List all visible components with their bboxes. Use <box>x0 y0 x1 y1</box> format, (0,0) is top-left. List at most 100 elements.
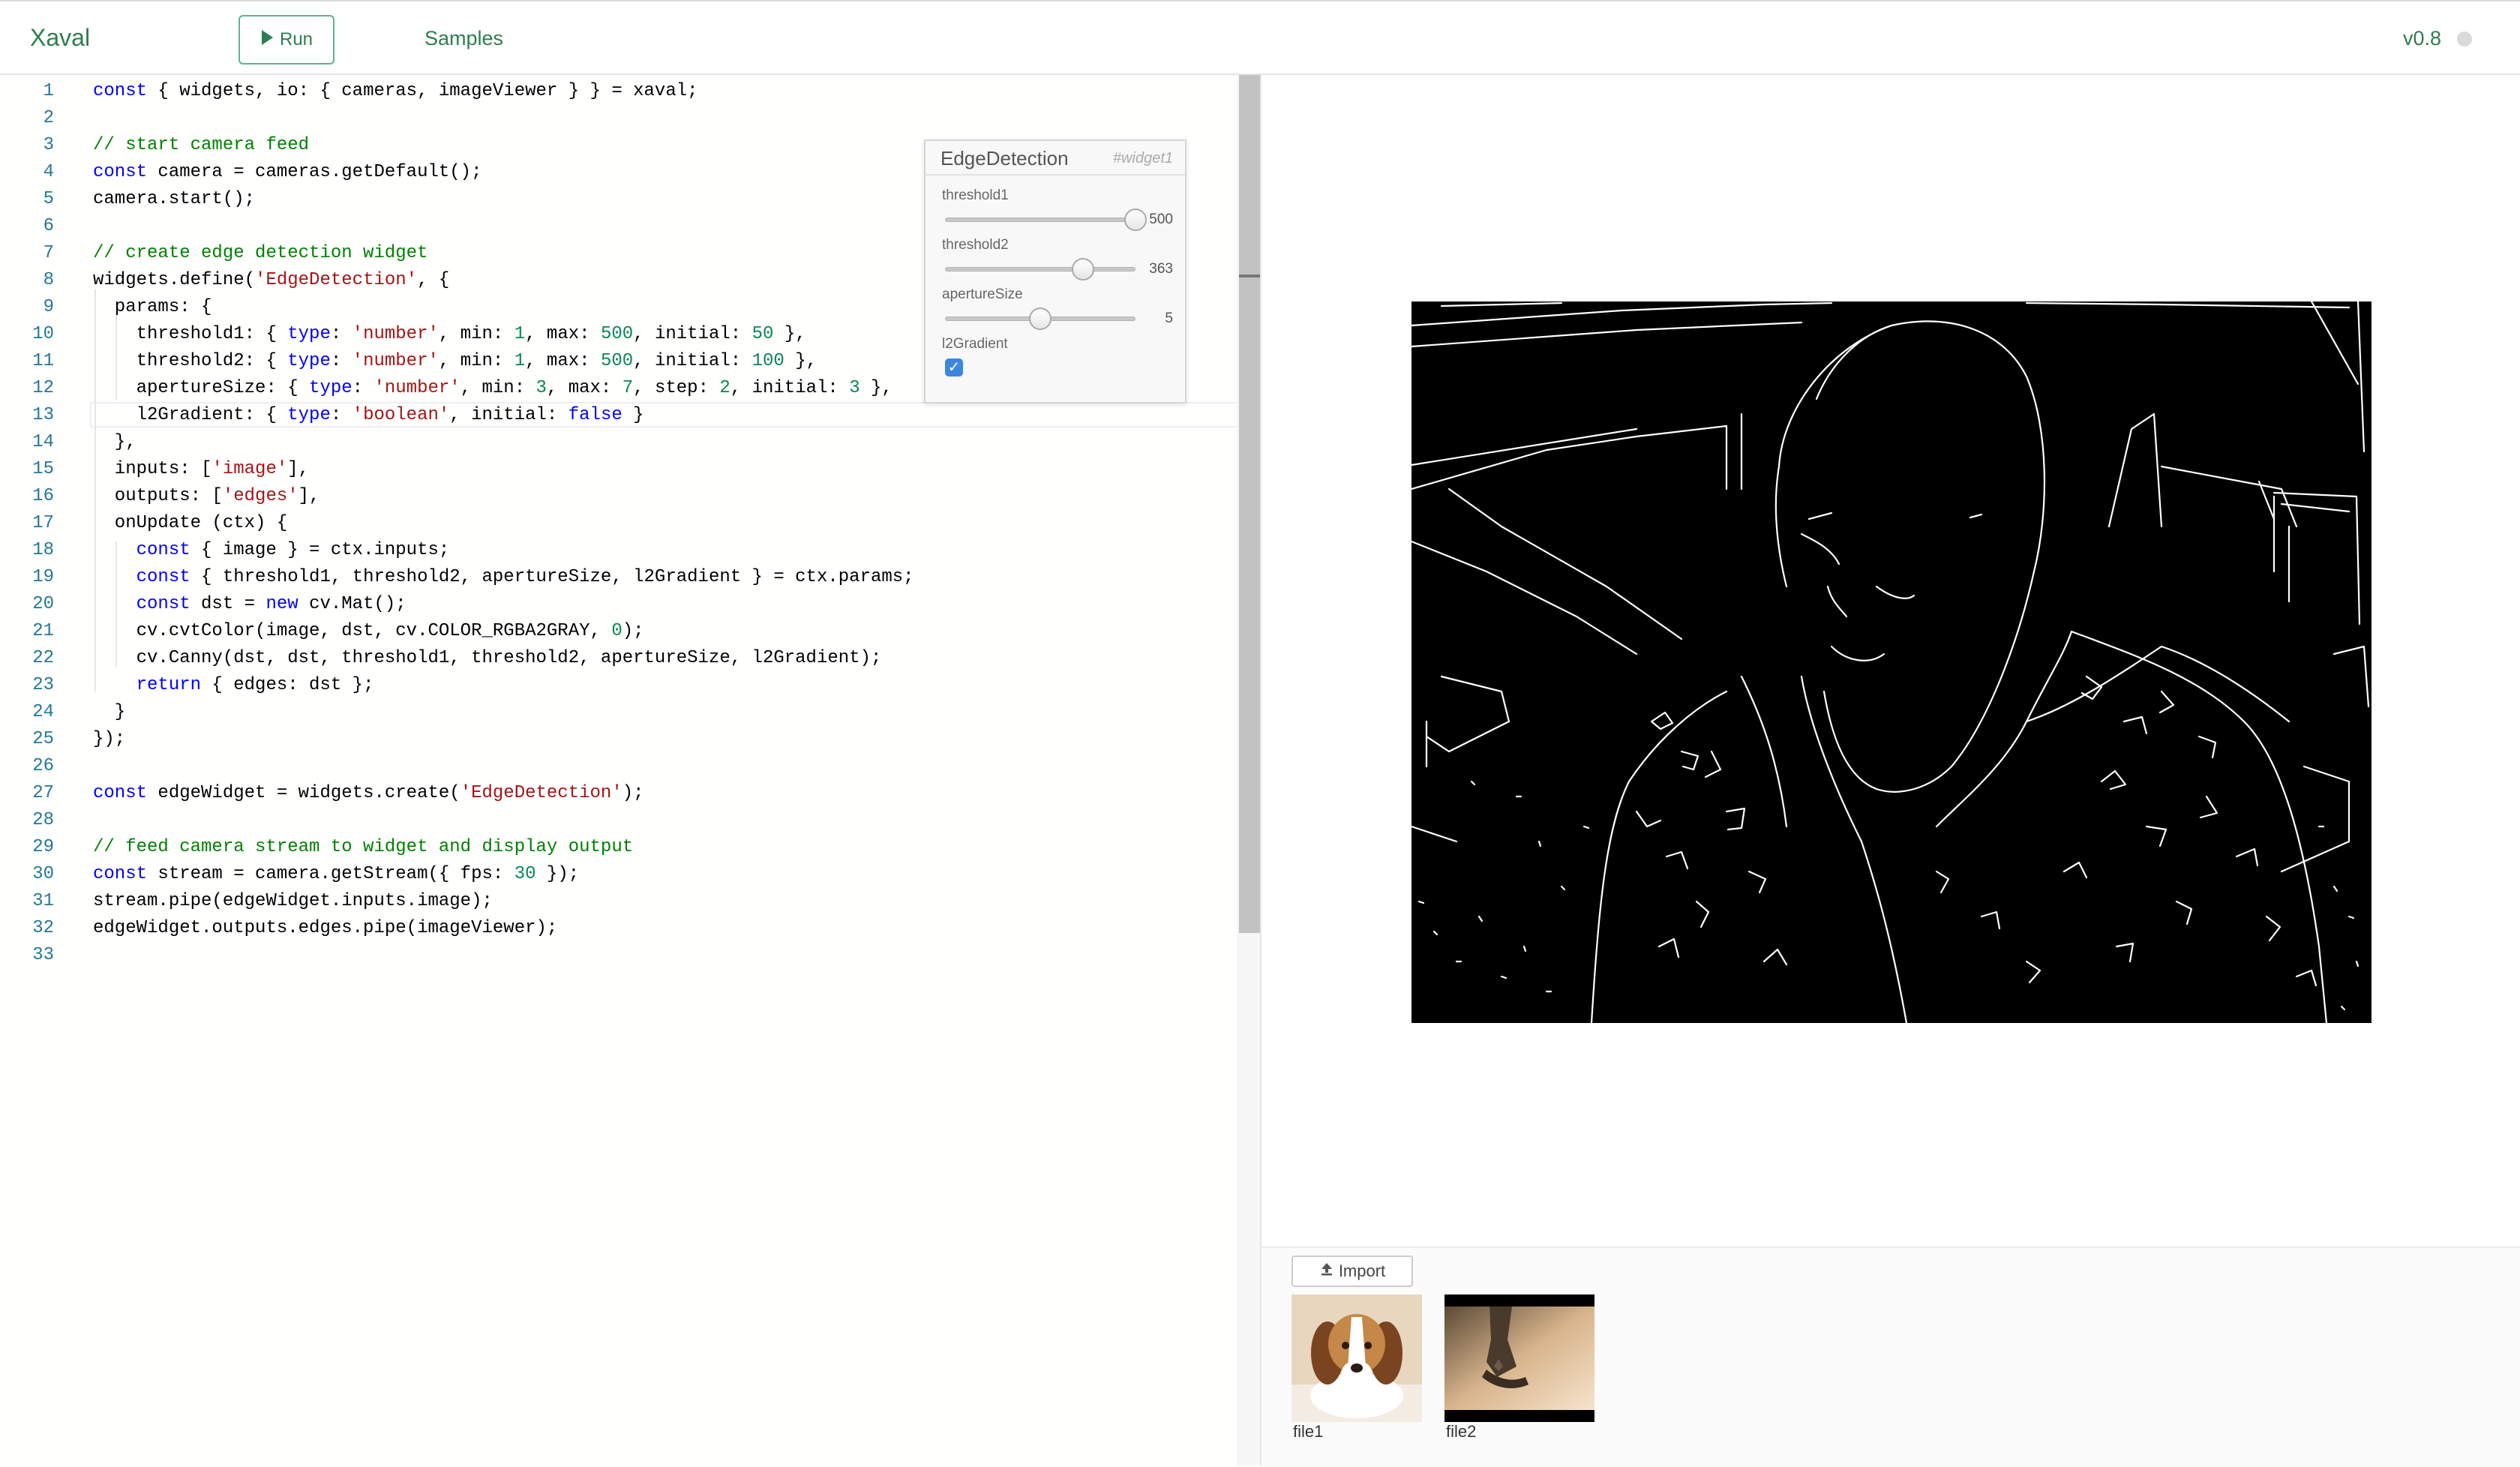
version-label: v0.8 <box>2403 27 2442 50</box>
line-number: 14 <box>32 432 54 452</box>
line-number: 20 <box>32 594 54 614</box>
line-number: 17 <box>32 513 54 533</box>
code-line[interactable]: 15 inputs: ['image'], <box>0 456 1238 483</box>
line-number: 32 <box>32 918 54 938</box>
code-line[interactable]: 28 <box>0 807 1238 834</box>
code-text[interactable]: } <box>93 699 125 726</box>
line-number: 7 <box>43 243 54 263</box>
code-text[interactable]: cv.Canny(dst, dst, threshold1, threshold… <box>93 645 882 672</box>
code-text[interactable]: const { image } = ctx.inputs; <box>93 537 450 564</box>
code-line[interactable]: 18 const { image } = ctx.inputs; <box>0 537 1238 564</box>
threshold2-slider-knob[interactable] <box>1072 258 1095 280</box>
line-number: 28 <box>32 810 54 830</box>
code-text[interactable]: params: { <box>93 294 212 321</box>
line-number: 6 <box>43 216 54 236</box>
code-line[interactable]: 13 l2Gradient: { type: 'boolean', initia… <box>0 402 1238 429</box>
code-text[interactable]: outputs: ['edges'], <box>93 483 320 510</box>
upload-icon <box>1319 1262 1334 1281</box>
code-line[interactable]: 17 onUpdate (ctx) { <box>0 510 1238 537</box>
image-viewer-output <box>1410 300 2372 1024</box>
code-text[interactable]: edgeWidget.outputs.edges.pipe(imageViewe… <box>93 915 557 942</box>
code-text[interactable]: return { edges: dst }; <box>93 672 374 699</box>
line-number: 31 <box>32 891 54 911</box>
code-text[interactable]: onUpdate (ctx) { <box>93 510 287 537</box>
code-text[interactable]: widgets.define('EdgeDetection', { <box>93 267 449 294</box>
code-text[interactable]: const { threshold1, threshold2, aperture… <box>93 564 914 591</box>
samples-link[interactable]: Samples <box>424 27 503 50</box>
line-number: 11 <box>32 351 54 371</box>
checkmark-icon: ✓ <box>947 359 961 376</box>
file2-thumbnail[interactable] <box>1444 1294 1594 1422</box>
code-text[interactable]: // feed camera stream to widget and disp… <box>93 834 633 861</box>
code-text[interactable]: l2Gradient: { type: 'boolean', initial: … <box>93 402 644 429</box>
line-number: 18 <box>32 540 54 560</box>
code-line[interactable]: 25}); <box>0 726 1238 753</box>
edge-detection-image <box>1410 300 2372 1024</box>
editor-scrollbar-marker <box>1239 274 1260 278</box>
l2gradient-checkbox[interactable]: ✓ <box>945 358 963 376</box>
line-number: 4 <box>43 162 54 182</box>
line-number: 12 <box>32 378 54 398</box>
code-text[interactable]: stream.pipe(edgeWidget.inputs.image); <box>93 888 493 915</box>
code-text[interactable]: }, <box>93 429 136 456</box>
line-number: 27 <box>32 783 54 803</box>
aperture-size-slider-knob[interactable] <box>1029 308 1052 330</box>
code-text[interactable]: const { widgets, io: { cameras, imageVie… <box>93 78 698 105</box>
file1-thumbnail[interactable] <box>1292 1294 1422 1422</box>
line-number: 16 <box>32 486 54 506</box>
code-line[interactable]: 31 stream.pipe(edgeWidget.inputs.image); <box>0 888 1238 915</box>
code-line[interactable]: 21 cv.cvtColor(image, dst, cv.COLOR_RGBA… <box>0 618 1238 645</box>
code-line[interactable]: 19 const { threshold1, threshold2, apert… <box>0 564 1238 591</box>
code-text[interactable]: // create edge detection widget <box>93 240 428 267</box>
code-text[interactable]: apertureSize: { type: 'number', min: 3, … <box>93 375 892 402</box>
line-number: 13 <box>32 405 54 425</box>
line-number: 1 <box>43 81 54 101</box>
code-line[interactable]: 30 const stream = camera.getStream({ fps:… <box>0 861 1238 888</box>
code-text[interactable]: threshold2: { type: 'number', min: 1, ma… <box>93 348 817 375</box>
widget-header[interactable]: EdgeDetection #widget1 <box>926 141 1185 176</box>
l2gradient-label: l2Gradient <box>942 336 1008 352</box>
app-brand: Xaval <box>30 24 91 51</box>
import-button[interactable]: Import <box>1292 1256 1413 1287</box>
code-line[interactable]: 22 cv.Canny(dst, dst, threshold1, thresh… <box>0 645 1238 672</box>
code-text[interactable]: const camera = cameras.getDefault(); <box>93 159 482 186</box>
threshold2-value: 363 <box>1149 261 1173 277</box>
code-line[interactable]: 20 const dst = new cv.Mat(); <box>0 591 1238 618</box>
code-line[interactable]: 29 // feed camera stream to widget and di… <box>0 834 1238 861</box>
threshold1-slider[interactable] <box>945 218 1136 222</box>
code-text[interactable]: inputs: ['image'], <box>93 456 309 483</box>
status-indicator <box>2457 32 2472 46</box>
code-line[interactable]: 27 const edgeWidget = widgets.create('Edg… <box>0 780 1238 807</box>
code-text[interactable]: const dst = new cv.Mat(); <box>93 591 406 618</box>
line-number: 33 <box>32 945 54 965</box>
import-button-label: Import <box>1338 1262 1386 1280</box>
run-button[interactable]: Run <box>238 15 334 64</box>
code-line[interactable]: 33 <box>0 942 1238 969</box>
code-line[interactable]: 23 return { edges: dst }; <box>0 672 1238 699</box>
code-line[interactable]: 1 const { widgets, io: { cameras, imageVi… <box>0 78 1238 105</box>
line-number: 23 <box>32 675 54 695</box>
line-number: 15 <box>32 459 54 479</box>
code-line[interactable]: 16 outputs: ['edges'], <box>0 483 1238 510</box>
editor-scrollbar-thumb[interactable] <box>1239 75 1260 933</box>
code-text[interactable]: const stream = camera.getStream({ fps: 3… <box>93 861 579 888</box>
code-text[interactable]: // start camera feed <box>93 132 309 159</box>
beagle-puppy-thumbnail <box>1292 1294 1422 1422</box>
code-line[interactable]: 24 } <box>0 699 1238 726</box>
code-line[interactable]: 14 }, <box>0 429 1238 456</box>
edge-detection-widget[interactable]: EdgeDetection #widget1 threshold1 500 th… <box>924 140 1186 404</box>
code-text[interactable]: camera.start(); <box>93 186 255 213</box>
app-header: Xaval Run Samples v0.8 <box>0 0 2520 75</box>
code-text[interactable]: cv.cvtColor(image, dst, cv.COLOR_RGBA2GR… <box>93 618 644 645</box>
threshold2-slider[interactable] <box>945 267 1136 272</box>
code-text[interactable]: }); <box>93 726 125 753</box>
code-line[interactable]: 32 edgeWidget.outputs.edges.pipe(imageVie… <box>0 915 1238 942</box>
code-text[interactable]: threshold1: { type: 'number', min: 1, ma… <box>93 321 806 348</box>
line-number: 30 <box>32 864 54 884</box>
code-line[interactable]: 26 <box>0 753 1238 780</box>
code-text[interactable]: const edgeWidget = widgets.create('EdgeD… <box>93 780 644 807</box>
code-line[interactable]: 2 <box>0 105 1238 132</box>
play-icon <box>260 29 274 51</box>
hand-sunset-thumbnail <box>1444 1294 1594 1422</box>
file2-label: file2 <box>1446 1422 1477 1441</box>
